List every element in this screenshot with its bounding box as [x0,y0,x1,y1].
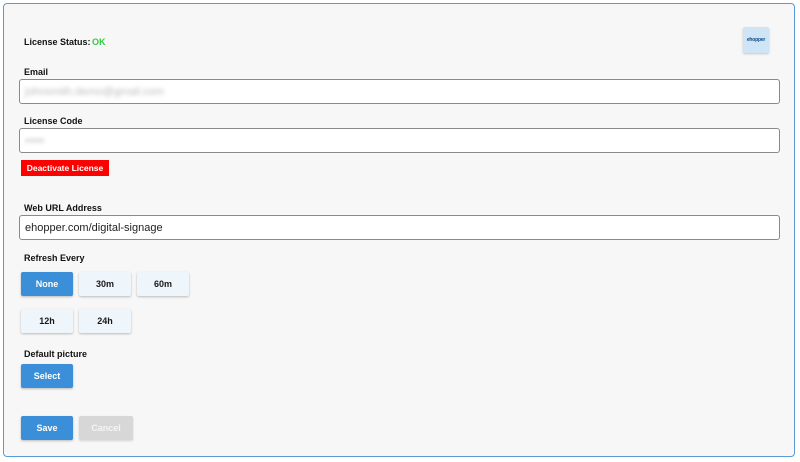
email-value: johnsmith.demo@gmail.com [25,85,164,98]
cancel-button[interactable]: Cancel [79,416,133,440]
refresh-label: Refresh Every [24,253,85,263]
deactivate-license-button[interactable]: Deactivate License [21,160,109,176]
web-url-value: ehopper.com/digital-signage [25,221,163,234]
license-code-field[interactable]: ••••• [19,128,780,153]
ehopper-logo: ehopper [743,27,769,53]
select-picture-button[interactable]: Select [21,364,73,388]
refresh-option-30m[interactable]: 30m [79,272,131,296]
license-status-value: OK [92,37,106,47]
default-picture-label: Default picture [24,349,88,359]
email-field[interactable]: johnsmith.demo@gmail.com [19,79,780,104]
license-code-label: License Code [24,116,83,126]
refresh-option-24h[interactable]: 24h [79,309,131,333]
refresh-option-none[interactable]: None [21,272,73,296]
email-label: Email [24,67,49,77]
refresh-option-60m[interactable]: 60m [137,272,189,296]
license-code-value: ••••• [25,134,45,147]
save-button[interactable]: Save [21,416,73,440]
license-status-label: License Status: [24,37,91,47]
logo-text: ehopper [746,37,766,43]
web-url-field[interactable]: ehopper.com/digital-signage [19,215,780,240]
refresh-option-12h[interactable]: 12h [21,309,73,333]
web-url-label: Web URL Address [24,203,102,213]
